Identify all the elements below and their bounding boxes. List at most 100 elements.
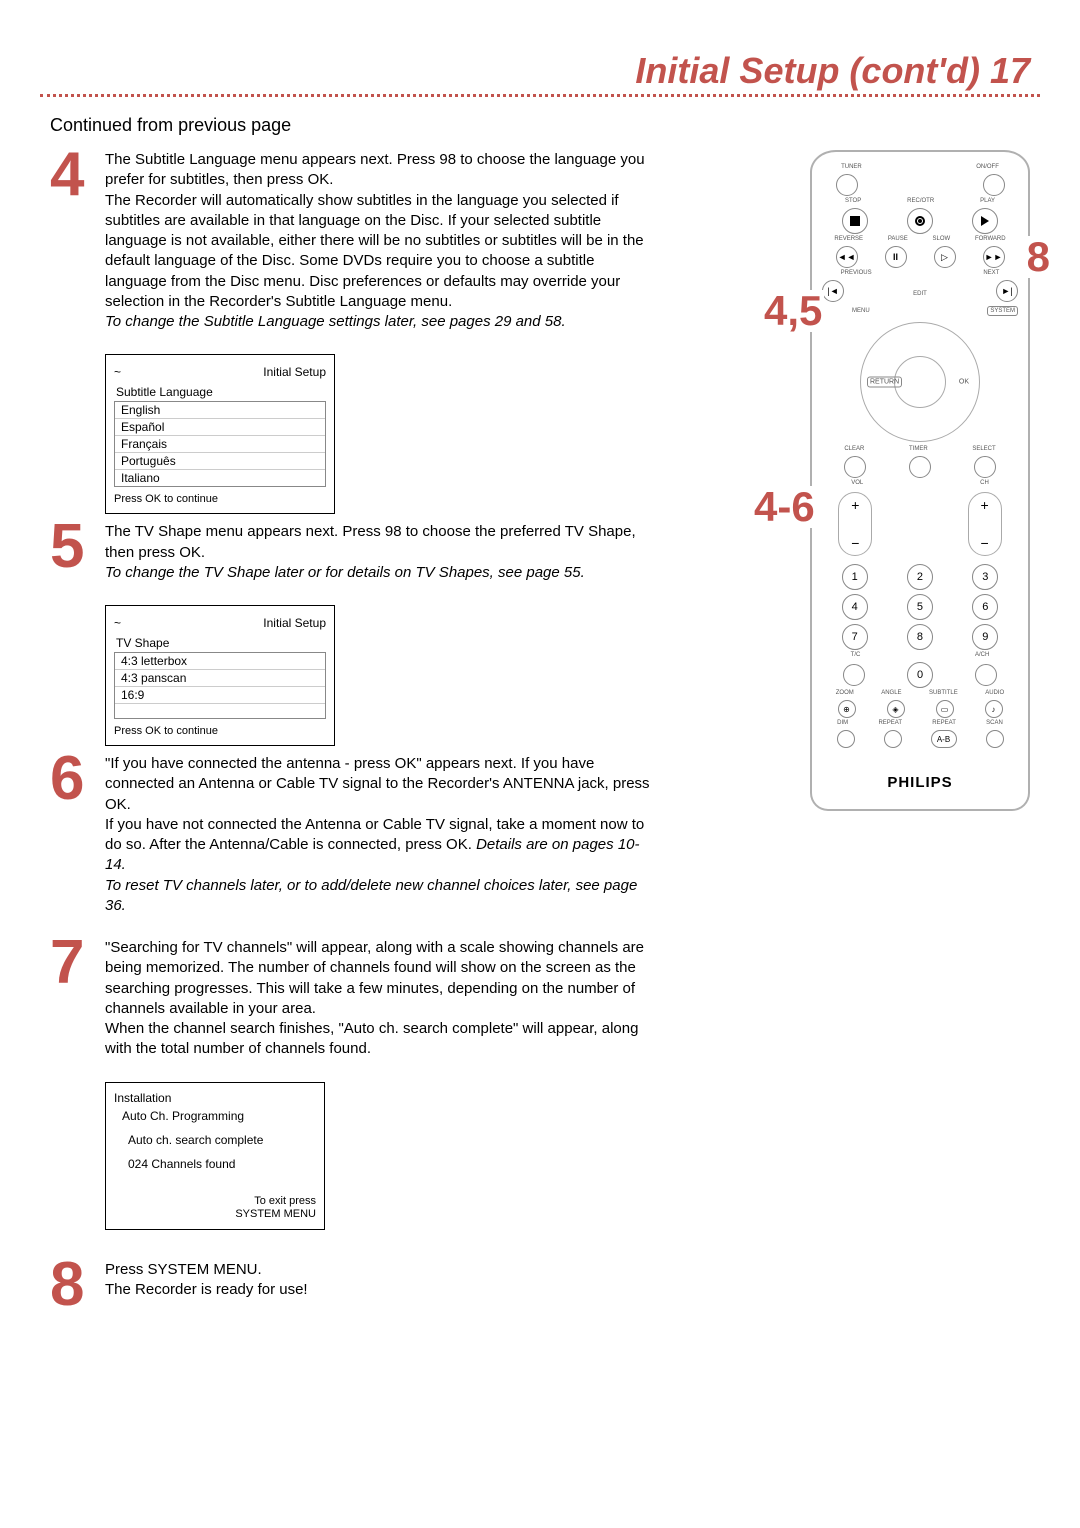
- audio-button[interactable]: ♪: [985, 700, 1003, 718]
- ch-rocker[interactable]: +−: [968, 492, 1002, 556]
- lbl-pause: PAUSE: [888, 236, 908, 242]
- lbl-fwd: FORWARD: [975, 236, 1006, 242]
- osd-item: Português: [115, 453, 325, 470]
- step-6: 6 "If you have connected the antenna - p…: [50, 754, 660, 916]
- lbl-dim: DIM: [837, 720, 848, 726]
- hint: To reset TV channels later, or to add/de…: [105, 877, 637, 914]
- lbl-rev: REVERSE: [834, 236, 863, 242]
- text: "Searching for TV channels" will appear,…: [105, 939, 644, 1017]
- lbl-prev: PREVIOUS: [841, 270, 872, 276]
- osd-footer: Press OK to continue: [114, 725, 326, 737]
- play-button[interactable]: [972, 208, 998, 234]
- osd-exit: SYSTEM MENU: [235, 1208, 316, 1220]
- osd-auto-search: Installation Auto Ch. Programming Auto c…: [105, 1082, 325, 1230]
- lbl-edit: EDIT: [913, 291, 927, 297]
- osd-heading: Subtitle Language: [114, 385, 326, 399]
- text: The TV Shape menu appears next.: [105, 523, 342, 540]
- callout-4-6: 4-6: [752, 486, 817, 528]
- num-2[interactable]: 2: [907, 564, 933, 590]
- lbl-clear: CLEAR: [844, 446, 864, 452]
- step-number: 4: [50, 150, 105, 332]
- osd-sub: Auto Ch. Programming: [114, 1109, 316, 1123]
- return-button[interactable]: RETURN: [867, 377, 902, 388]
- tuner-button[interactable]: [836, 174, 858, 196]
- num-1[interactable]: 1: [842, 564, 868, 590]
- step-5: 5 The TV Shape menu appears next. Press …: [50, 522, 660, 583]
- divider: [40, 94, 1040, 97]
- osd-line: 024 Channels found: [114, 1157, 316, 1171]
- angle-button[interactable]: ◈: [887, 700, 905, 718]
- lbl-select: SELECT: [972, 446, 995, 452]
- osd-item: Español: [115, 419, 325, 436]
- osd-item: Français: [115, 436, 325, 453]
- osd-tv-shape: ~ Initial Setup TV Shape 4:3 letterbox 4…: [105, 605, 335, 746]
- osd-tilde: ~: [114, 616, 121, 630]
- num-5[interactable]: 5: [907, 594, 933, 620]
- remote-control: TUNER ON/OFF STOP REC/OTR PLAY REVERSE PAUSE…: [810, 150, 1030, 811]
- rec-button[interactable]: [907, 208, 933, 234]
- scan-button[interactable]: [986, 730, 1004, 748]
- ach-button[interactable]: [975, 664, 997, 686]
- num-4[interactable]: 4: [842, 594, 868, 620]
- osd-item-empty: [115, 704, 325, 718]
- continued-note: Continued from previous page: [50, 115, 1040, 136]
- osd-item: 4:3 letterbox: [115, 653, 325, 670]
- timer-button[interactable]: [909, 456, 931, 478]
- forward-button[interactable]: ►►: [983, 246, 1005, 268]
- onoff-button[interactable]: [983, 174, 1005, 196]
- lbl-ch: CH: [980, 480, 989, 486]
- lbl-play: PLAY: [980, 198, 995, 204]
- text: The Recorder will automatically show sub…: [105, 192, 644, 310]
- text: Press SYSTEM MENU.: [105, 1261, 262, 1278]
- brand-logo: PHILIPS: [822, 774, 1018, 791]
- remote-wrap: 8 4,5 4-6 TUNERON/OFF STOPREC/OTRPLAY: [810, 150, 1030, 811]
- osd-footer: Press OK to continue: [114, 493, 326, 505]
- lbl-repeat2: REPEAT: [932, 720, 956, 726]
- select-button[interactable]: [974, 456, 996, 478]
- slow-button[interactable]: ▷: [934, 246, 956, 268]
- reverse-button[interactable]: ◄◄: [836, 246, 858, 268]
- text: Press 98: [397, 151, 456, 168]
- num-6[interactable]: 6: [972, 594, 998, 620]
- previous-button[interactable]: |◄: [822, 280, 844, 302]
- lbl-tuner: TUNER: [841, 164, 862, 170]
- lbl-sub: SUBTITLE: [929, 690, 958, 696]
- lbl-stop: STOP: [845, 198, 861, 204]
- osd-title: Initial Setup: [263, 365, 326, 379]
- page-title: Initial Setup (cont'd) 17: [40, 50, 1040, 92]
- callout-4-5: 4,5: [762, 290, 824, 332]
- osd-title: Initial Setup: [263, 616, 326, 630]
- repeat-button[interactable]: [884, 730, 902, 748]
- lbl-rec: REC/OTR: [907, 198, 934, 204]
- lbl-zoom: ZOOM: [836, 690, 854, 696]
- text: "If you have connected the antenna - pre…: [105, 755, 650, 813]
- step-number: 8: [50, 1260, 105, 1310]
- osd-item: Italiano: [115, 470, 325, 486]
- num-3[interactable]: 3: [972, 564, 998, 590]
- lbl-slow: SLOW: [933, 236, 951, 242]
- osd-item: 4:3 panscan: [115, 670, 325, 687]
- osd-item: 16:9: [115, 687, 325, 704]
- lbl-scan: SCAN: [986, 720, 1003, 726]
- osd-item: English: [115, 402, 325, 419]
- nav-pad[interactable]: RETURN OK: [860, 322, 980, 442]
- stop-button[interactable]: [842, 208, 868, 234]
- subtitle-button[interactable]: ▭: [936, 700, 954, 718]
- pause-button[interactable]: II: [885, 246, 907, 268]
- num-7[interactable]: 7: [842, 624, 868, 650]
- next-button[interactable]: ►|: [996, 280, 1018, 302]
- text: The Subtitle Language menu appears next.: [105, 151, 397, 168]
- clear-button[interactable]: [844, 456, 866, 478]
- osd-heading: TV Shape: [114, 636, 326, 650]
- num-0[interactable]: 0: [907, 662, 933, 688]
- lbl-system: SYSTEM: [987, 306, 1018, 316]
- vol-rocker[interactable]: +−: [838, 492, 872, 556]
- step-8: 8 Press SYSTEM MENU. The Recorder is rea…: [50, 1260, 660, 1310]
- num-9[interactable]: 9: [972, 624, 998, 650]
- dim-button[interactable]: [837, 730, 855, 748]
- tc-button[interactable]: [843, 664, 865, 686]
- lbl-onoff: ON/OFF: [976, 164, 999, 170]
- zoom-button[interactable]: ⊕: [838, 700, 856, 718]
- num-8[interactable]: 8: [907, 624, 933, 650]
- repeat-ab-button[interactable]: A-B: [931, 730, 957, 748]
